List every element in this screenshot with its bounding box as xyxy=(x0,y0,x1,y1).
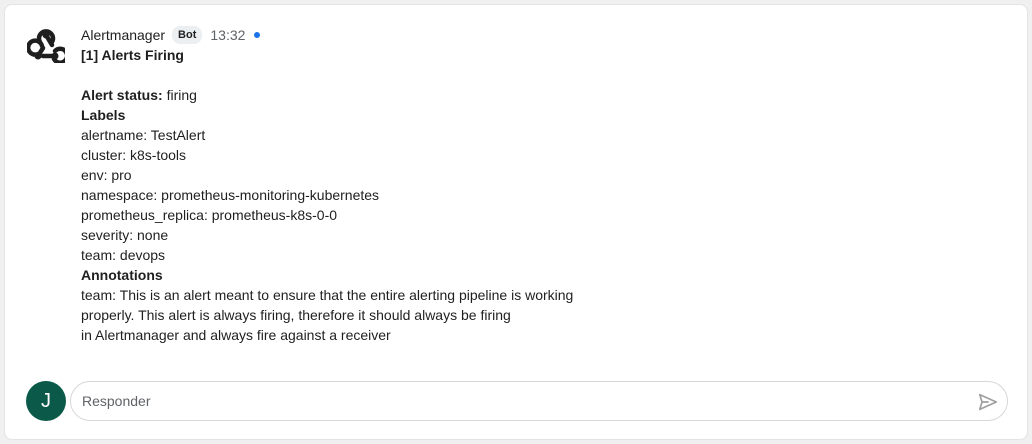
labels-heading: Labels xyxy=(81,107,126,123)
alert-status-value: firing xyxy=(166,87,197,103)
message: Alertmanager Bot 13:32 [1] Alerts Firing… xyxy=(81,24,1007,345)
annotations-heading: Annotations xyxy=(81,267,163,283)
label-line: team: devops xyxy=(81,247,166,263)
label-line: alertname: TestAlert xyxy=(81,127,206,143)
message-time: 13:32 xyxy=(210,27,246,43)
message-header: Alertmanager Bot 13:32 xyxy=(81,24,1007,46)
alert-status-label: Alert status: xyxy=(81,87,163,103)
bot-badge: Bot xyxy=(172,26,203,44)
annotation-line: properly. This alert is always firing, t… xyxy=(81,307,511,323)
label-line: cluster: k8s-tools xyxy=(81,147,187,163)
chat-card: Alertmanager Bot 13:32 [1] Alerts Firing… xyxy=(4,4,1028,440)
label-line: prometheus_replica: prometheus-k8s-0-0 xyxy=(81,207,338,223)
alert-title: [1] Alerts Firing xyxy=(81,47,184,63)
webhook-icon[interactable] xyxy=(27,25,65,63)
sender-name[interactable]: Alertmanager xyxy=(81,25,165,45)
unread-dot xyxy=(254,32,261,38)
alert-status: Alert status: firing xyxy=(81,85,1007,105)
user-avatar[interactable]: J xyxy=(26,381,66,421)
send-icon[interactable] xyxy=(977,391,999,413)
reply-placeholder: Responder xyxy=(82,393,151,409)
annotation-line: team: This is an alert meant to ensure t… xyxy=(81,287,574,303)
annotation-line: in Alertmanager and always fire against … xyxy=(81,327,391,343)
label-line: env: pro xyxy=(81,167,132,183)
label-line: severity: none xyxy=(81,227,169,243)
label-line: namespace: prometheus-monitoring-kuberne… xyxy=(81,187,380,203)
reply-input[interactable]: Responder xyxy=(70,381,1008,421)
